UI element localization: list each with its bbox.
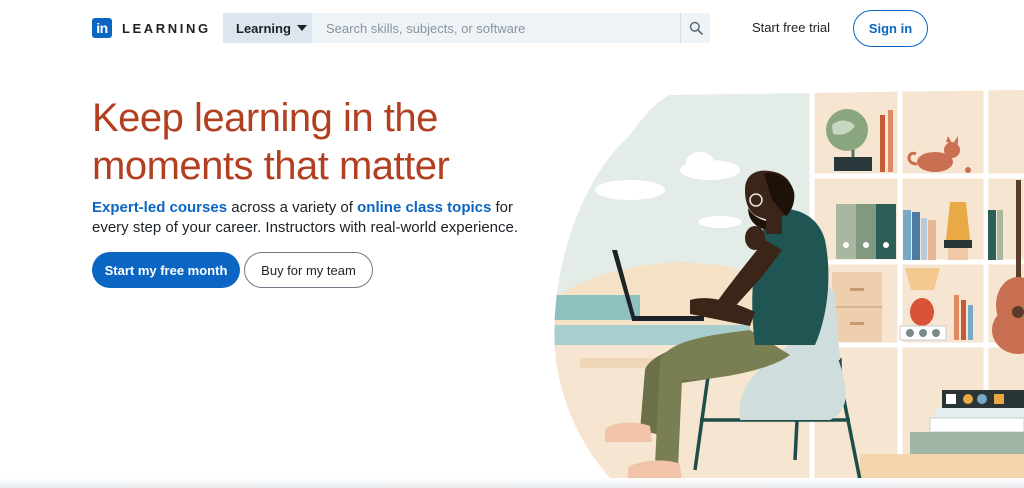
start-free-month-button[interactable]: Start my free month [92,252,240,288]
page-bottom-edge [0,478,1024,488]
start-free-trial-link[interactable]: Start free trial [752,20,830,35]
search-bar: Learning [223,13,710,43]
hero-illustration [554,90,1024,488]
subtitle-text-1: across a variety of [227,199,358,216]
logo-text: LEARNING [122,20,211,36]
sign-in-button[interactable]: Sign in [853,10,928,47]
linkedin-logo-icon: in [92,18,112,38]
search-category-label: Learning [236,20,291,36]
search-button[interactable] [680,13,710,43]
online-class-topics-link[interactable]: online class topics [357,199,491,216]
hero-title: Keep learning in the moments that matter [92,96,450,188]
linkedin-learning-logo[interactable]: in LEARNING [92,18,211,38]
top-nav: in LEARNING Learning Start free trial Si… [0,0,1024,56]
search-category-dropdown[interactable]: Learning [223,13,312,43]
chevron-down-icon [296,25,307,31]
search-icon [689,21,703,35]
expert-led-courses-link[interactable]: Expert-led courses [92,199,227,216]
hero-subtitle: Expert-led courses across a variety of o… [92,198,522,238]
search-input[interactable] [312,13,680,43]
buy-for-team-button[interactable]: Buy for my team [244,252,373,288]
